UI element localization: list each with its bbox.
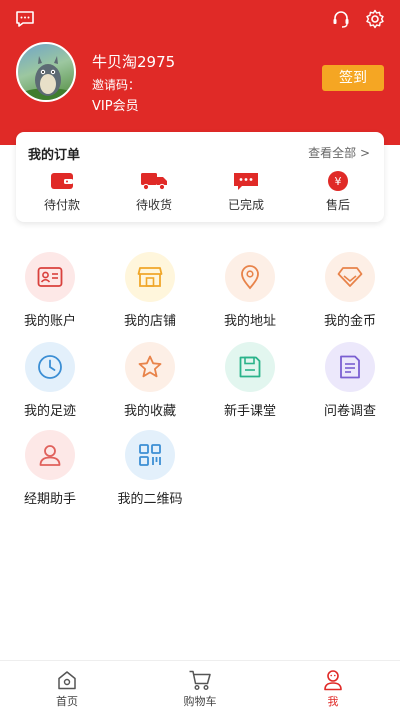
tile-label: 我的金币 — [323, 314, 376, 329]
tile-label: 我的店铺 — [123, 314, 176, 329]
avatar[interactable] — [16, 42, 76, 102]
yen-icon: ¥ — [302, 170, 374, 192]
tile-my-address[interactable]: 我的地址 — [208, 252, 292, 329]
tile-my-coins[interactable]: 我的金币 — [308, 252, 392, 329]
tile-label: 我的足迹 — [23, 404, 76, 419]
tile-label: 我的账户 — [23, 314, 76, 329]
tile-beginner-class[interactable]: 新手课堂 — [208, 342, 292, 419]
tab-cart-label: 购物车 — [183, 695, 217, 708]
save-icon — [225, 342, 275, 392]
survey-icon — [325, 342, 375, 392]
tile-my-qrcode[interactable]: 我的二维码 — [108, 430, 192, 507]
gear-icon[interactable] — [364, 8, 386, 30]
tile-label: 新手课堂 — [223, 404, 276, 419]
tab-me-label: 我 — [327, 695, 339, 708]
tab-home[interactable]: 首页 — [27, 669, 107, 709]
tile-label: 我的地址 — [223, 314, 276, 329]
profile-header: 牛贝淘2975 邀请码： VIP会员 签到 — [0, 0, 400, 145]
order-pending-receipt-label: 待收货 — [135, 198, 172, 212]
star-icon — [125, 342, 175, 392]
tile-my-footprints[interactable]: 我的足迹 — [8, 342, 92, 419]
tile-period-assistant[interactable]: 经期助手 — [8, 430, 92, 507]
tile-label: 问卷调查 — [323, 404, 376, 419]
orders-card: 我的订单 查看全部 > 待付款 待收货 已完成 ¥ 售后 — [16, 132, 384, 222]
signin-button[interactable]: 签到 — [322, 65, 384, 91]
tile-label: 经期助手 — [23, 492, 76, 507]
clock-icon — [25, 342, 75, 392]
tab-bar: 首页 购物车 我 — [0, 660, 400, 710]
invite-code-label: 邀请码： — [92, 78, 141, 92]
store-icon — [125, 252, 175, 302]
location-icon — [225, 252, 275, 302]
profile-icon — [293, 669, 373, 691]
order-completed-label: 已完成 — [227, 198, 264, 212]
order-after-sales[interactable]: ¥ 售后 — [302, 170, 374, 213]
truck-icon — [118, 170, 190, 192]
view-all-orders-link[interactable]: 查看全部 > — [308, 144, 370, 161]
order-pending-payment[interactable]: 待付款 — [26, 170, 98, 213]
tab-cart[interactable]: 购物车 — [160, 669, 240, 709]
message-icon[interactable] — [14, 8, 36, 30]
tile-my-store[interactable]: 我的店铺 — [108, 252, 192, 329]
tile-label: 我的收藏 — [123, 404, 176, 419]
cart-icon — [160, 669, 240, 691]
headset-icon[interactable] — [330, 8, 352, 30]
username: 牛贝淘2975 — [92, 53, 176, 71]
order-pending-payment-label: 待付款 — [43, 198, 80, 212]
tile-my-account[interactable]: 我的账户 — [8, 252, 92, 329]
order-pending-receipt[interactable]: 待收货 — [118, 170, 190, 213]
tab-home-label: 首页 — [56, 695, 78, 708]
vip-badge: VIP会员 — [92, 99, 139, 114]
message-icon — [210, 170, 282, 192]
qrcode-icon — [125, 430, 175, 480]
id-card-icon — [25, 252, 75, 302]
tab-me[interactable]: 我 — [293, 669, 373, 709]
svg-text:¥: ¥ — [335, 175, 342, 188]
tile-my-favorites[interactable]: 我的收藏 — [108, 342, 192, 419]
home-icon — [27, 669, 107, 691]
order-completed[interactable]: 已完成 — [210, 170, 282, 213]
order-after-sales-label: 售后 — [325, 198, 350, 212]
tile-label: 我的二维码 — [117, 492, 183, 507]
wallet-icon — [26, 170, 98, 192]
person-icon — [25, 430, 75, 480]
diamond-icon — [325, 252, 375, 302]
tile-survey[interactable]: 问卷调查 — [308, 342, 392, 419]
orders-title: 我的订单 — [28, 148, 81, 163]
